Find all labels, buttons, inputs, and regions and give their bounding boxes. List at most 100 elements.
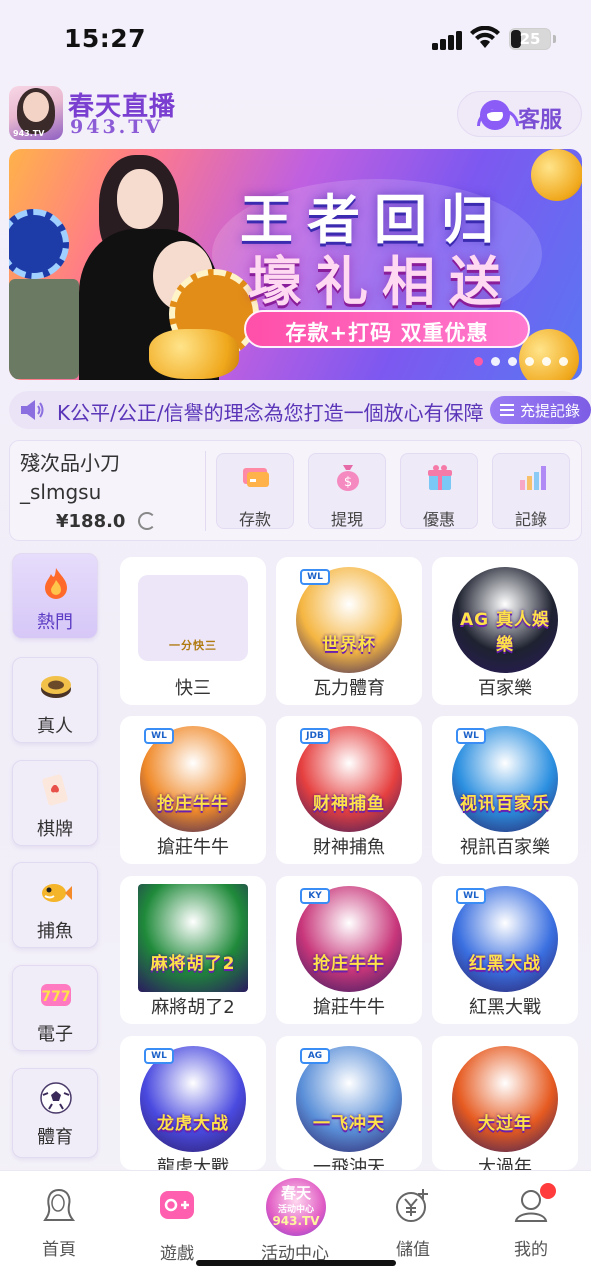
announcement-text: K公平/公正/信譽的理念為您打造一個放心有保障: [57, 401, 484, 425]
banner-promo-text: 存款+打码 双重优惠: [285, 321, 489, 345]
pagination-dot[interactable]: [474, 357, 483, 366]
category-sports[interactable]: 體育: [12, 1068, 98, 1158]
game-card[interactable]: 一分快三 快三: [120, 557, 266, 705]
tab-games[interactable]: 遊戲: [122, 1179, 232, 1264]
pagination-dot[interactable]: [542, 357, 551, 366]
tab-deposit[interactable]: 儲值: [358, 1179, 468, 1260]
battery-icon: 25: [509, 28, 551, 50]
pagination-dot[interactable]: [508, 357, 517, 366]
deposit-button[interactable]: 存款: [216, 453, 294, 529]
card-icon: [243, 468, 269, 487]
bar-chart-icon: [520, 466, 546, 490]
game-art-image: 麻将胡了2: [138, 884, 248, 992]
game-card[interactable]: 红黑大战 WL 紅黑大戰: [432, 876, 578, 1024]
game-art-image: 视讯百家乐 WL: [452, 726, 558, 832]
home-indicator: [196, 1260, 396, 1266]
withdraw-button[interactable]: $ 提現: [308, 453, 386, 529]
headset-icon: [477, 100, 519, 130]
game-art-title: 视讯百家乐: [460, 794, 550, 814]
game-card[interactable]: AG 真人娛樂 百家樂: [432, 557, 578, 705]
wifi-icon: [470, 26, 500, 48]
tab-home[interactable]: 首頁: [4, 1179, 114, 1260]
game-label: 瓦力體育: [313, 678, 385, 699]
category-slots[interactable]: 777 電子: [12, 965, 98, 1051]
game-art-title: 一分快三: [169, 639, 217, 652]
game-art-image: 龙虎大战 WL: [140, 1046, 246, 1152]
refresh-icon[interactable]: [138, 512, 156, 530]
game-label: 大過年: [478, 1157, 532, 1170]
deposit-withdraw-records-button[interactable]: 充提記錄: [490, 396, 591, 424]
announcement-marquee[interactable]: K公平/公正/信譽的理念為您打造一個放心有保障 充提記錄: [9, 391, 591, 429]
game-card[interactable]: 一飞冲天 AG 一飛沖天: [276, 1036, 422, 1170]
home-avatar-icon: [43, 1188, 76, 1221]
game-art-title: 抢庄牛牛: [157, 794, 229, 814]
game-art-title: 财神捕鱼: [313, 794, 385, 814]
gamepad-icon: [160, 1191, 194, 1219]
game-label: 一飛沖天: [313, 1157, 385, 1170]
game-art-image: 大过年: [452, 1046, 558, 1152]
svg-text:$: $: [344, 475, 352, 490]
provider-badge: WL: [144, 1048, 174, 1064]
customer-service-button[interactable]: 客服: [457, 91, 582, 137]
provider-badge: JDB: [300, 728, 330, 744]
status-time: 15:27: [64, 24, 147, 53]
game-art-title: 红黑大战: [469, 954, 541, 974]
customer-service-label: 客服: [518, 108, 563, 133]
category-cards[interactable]: 棋牌: [12, 760, 98, 846]
game-art-title: 大过年: [478, 1114, 532, 1134]
tab-profile[interactable]: 我的: [476, 1179, 586, 1260]
game-art-title: 世界杯: [322, 635, 376, 655]
game-label: 麻將胡了2: [151, 997, 235, 1018]
game-art-image: AG 真人娛樂: [452, 567, 558, 673]
promotions-button[interactable]: 優惠: [400, 453, 478, 529]
game-label: 龍虎大戰: [157, 1157, 229, 1170]
game-card[interactable]: 龙虎大战 WL 龍虎大戰: [120, 1036, 266, 1170]
game-card[interactable]: 视讯百家乐 WL 視訊百家樂: [432, 716, 578, 864]
game-label: 視訊百家樂: [460, 837, 550, 858]
game-art-image: 抢庄牛牛 KY: [296, 886, 402, 992]
list-icon: [500, 404, 514, 416]
game-card[interactable]: 大过年 大過年: [432, 1036, 578, 1170]
banner-promo-pill: 存款+打码 双重优惠: [244, 310, 530, 348]
yen-plus-icon: [396, 1189, 428, 1222]
slot-777-icon: 777: [41, 984, 71, 1006]
game-card[interactable]: 麻将胡了2 麻將胡了2: [120, 876, 266, 1024]
speaker-icon: [21, 400, 44, 420]
game-label: 快三: [175, 678, 211, 699]
provider-badge: KY: [300, 888, 330, 904]
cellular-signal-icon: [432, 30, 464, 50]
pagination-dot[interactable]: [559, 357, 568, 366]
game-card[interactable]: 抢庄牛牛 WL 搶莊牛牛: [120, 716, 266, 864]
playing-card-icon: [42, 774, 68, 806]
category-fishing[interactable]: 捕魚: [12, 862, 98, 948]
game-card[interactable]: 抢庄牛牛 KY 搶莊牛牛: [276, 876, 422, 1024]
game-card[interactable]: 财神捕鱼 JDB 財神捕魚: [276, 716, 422, 864]
soccer-ball-icon: [40, 1082, 72, 1114]
logo-badge: 943.TV: [13, 129, 45, 138]
account-panel: 殘次品小刀_slmgsu ¥188.0 存款 $ 提現 優惠 記錄: [9, 440, 582, 541]
provider-badge: WL: [144, 728, 174, 744]
poker-chip-icon: [41, 676, 71, 698]
game-art-image: 抢庄牛牛 WL: [140, 726, 246, 832]
app-subtitle: 943.TV: [70, 116, 164, 138]
battery-level: 25: [519, 30, 541, 48]
category-hot[interactable]: 熱門: [12, 553, 98, 639]
flame-icon: [45, 568, 67, 599]
svg-text:777: 777: [41, 989, 70, 1005]
records-button[interactable]: 記錄: [492, 453, 570, 529]
game-art-title: 抢庄牛牛: [313, 954, 385, 974]
username: 殘次品小刀_slmgsu: [20, 451, 120, 504]
app-logo[interactable]: 943.TV: [9, 86, 63, 140]
provider-badge: WL: [456, 888, 486, 904]
game-art-image: 一分快三: [138, 575, 248, 661]
game-art-image: 财神捕鱼 JDB: [296, 726, 402, 832]
balance: ¥188.0: [56, 511, 126, 532]
game-card[interactable]: 世界杯 WL 瓦力體育: [276, 557, 422, 705]
event-center-logo-icon[interactable]: 春天 活动中心 943.TV: [266, 1178, 326, 1236]
status-bar: 15:27 25: [0, 0, 591, 78]
pagination-dot[interactable]: [491, 357, 500, 366]
game-label: 搶莊牛牛: [313, 997, 385, 1018]
pagination-dot[interactable]: [525, 357, 534, 366]
category-live[interactable]: 真人: [12, 657, 98, 743]
records-label: 充提記錄: [520, 402, 581, 420]
